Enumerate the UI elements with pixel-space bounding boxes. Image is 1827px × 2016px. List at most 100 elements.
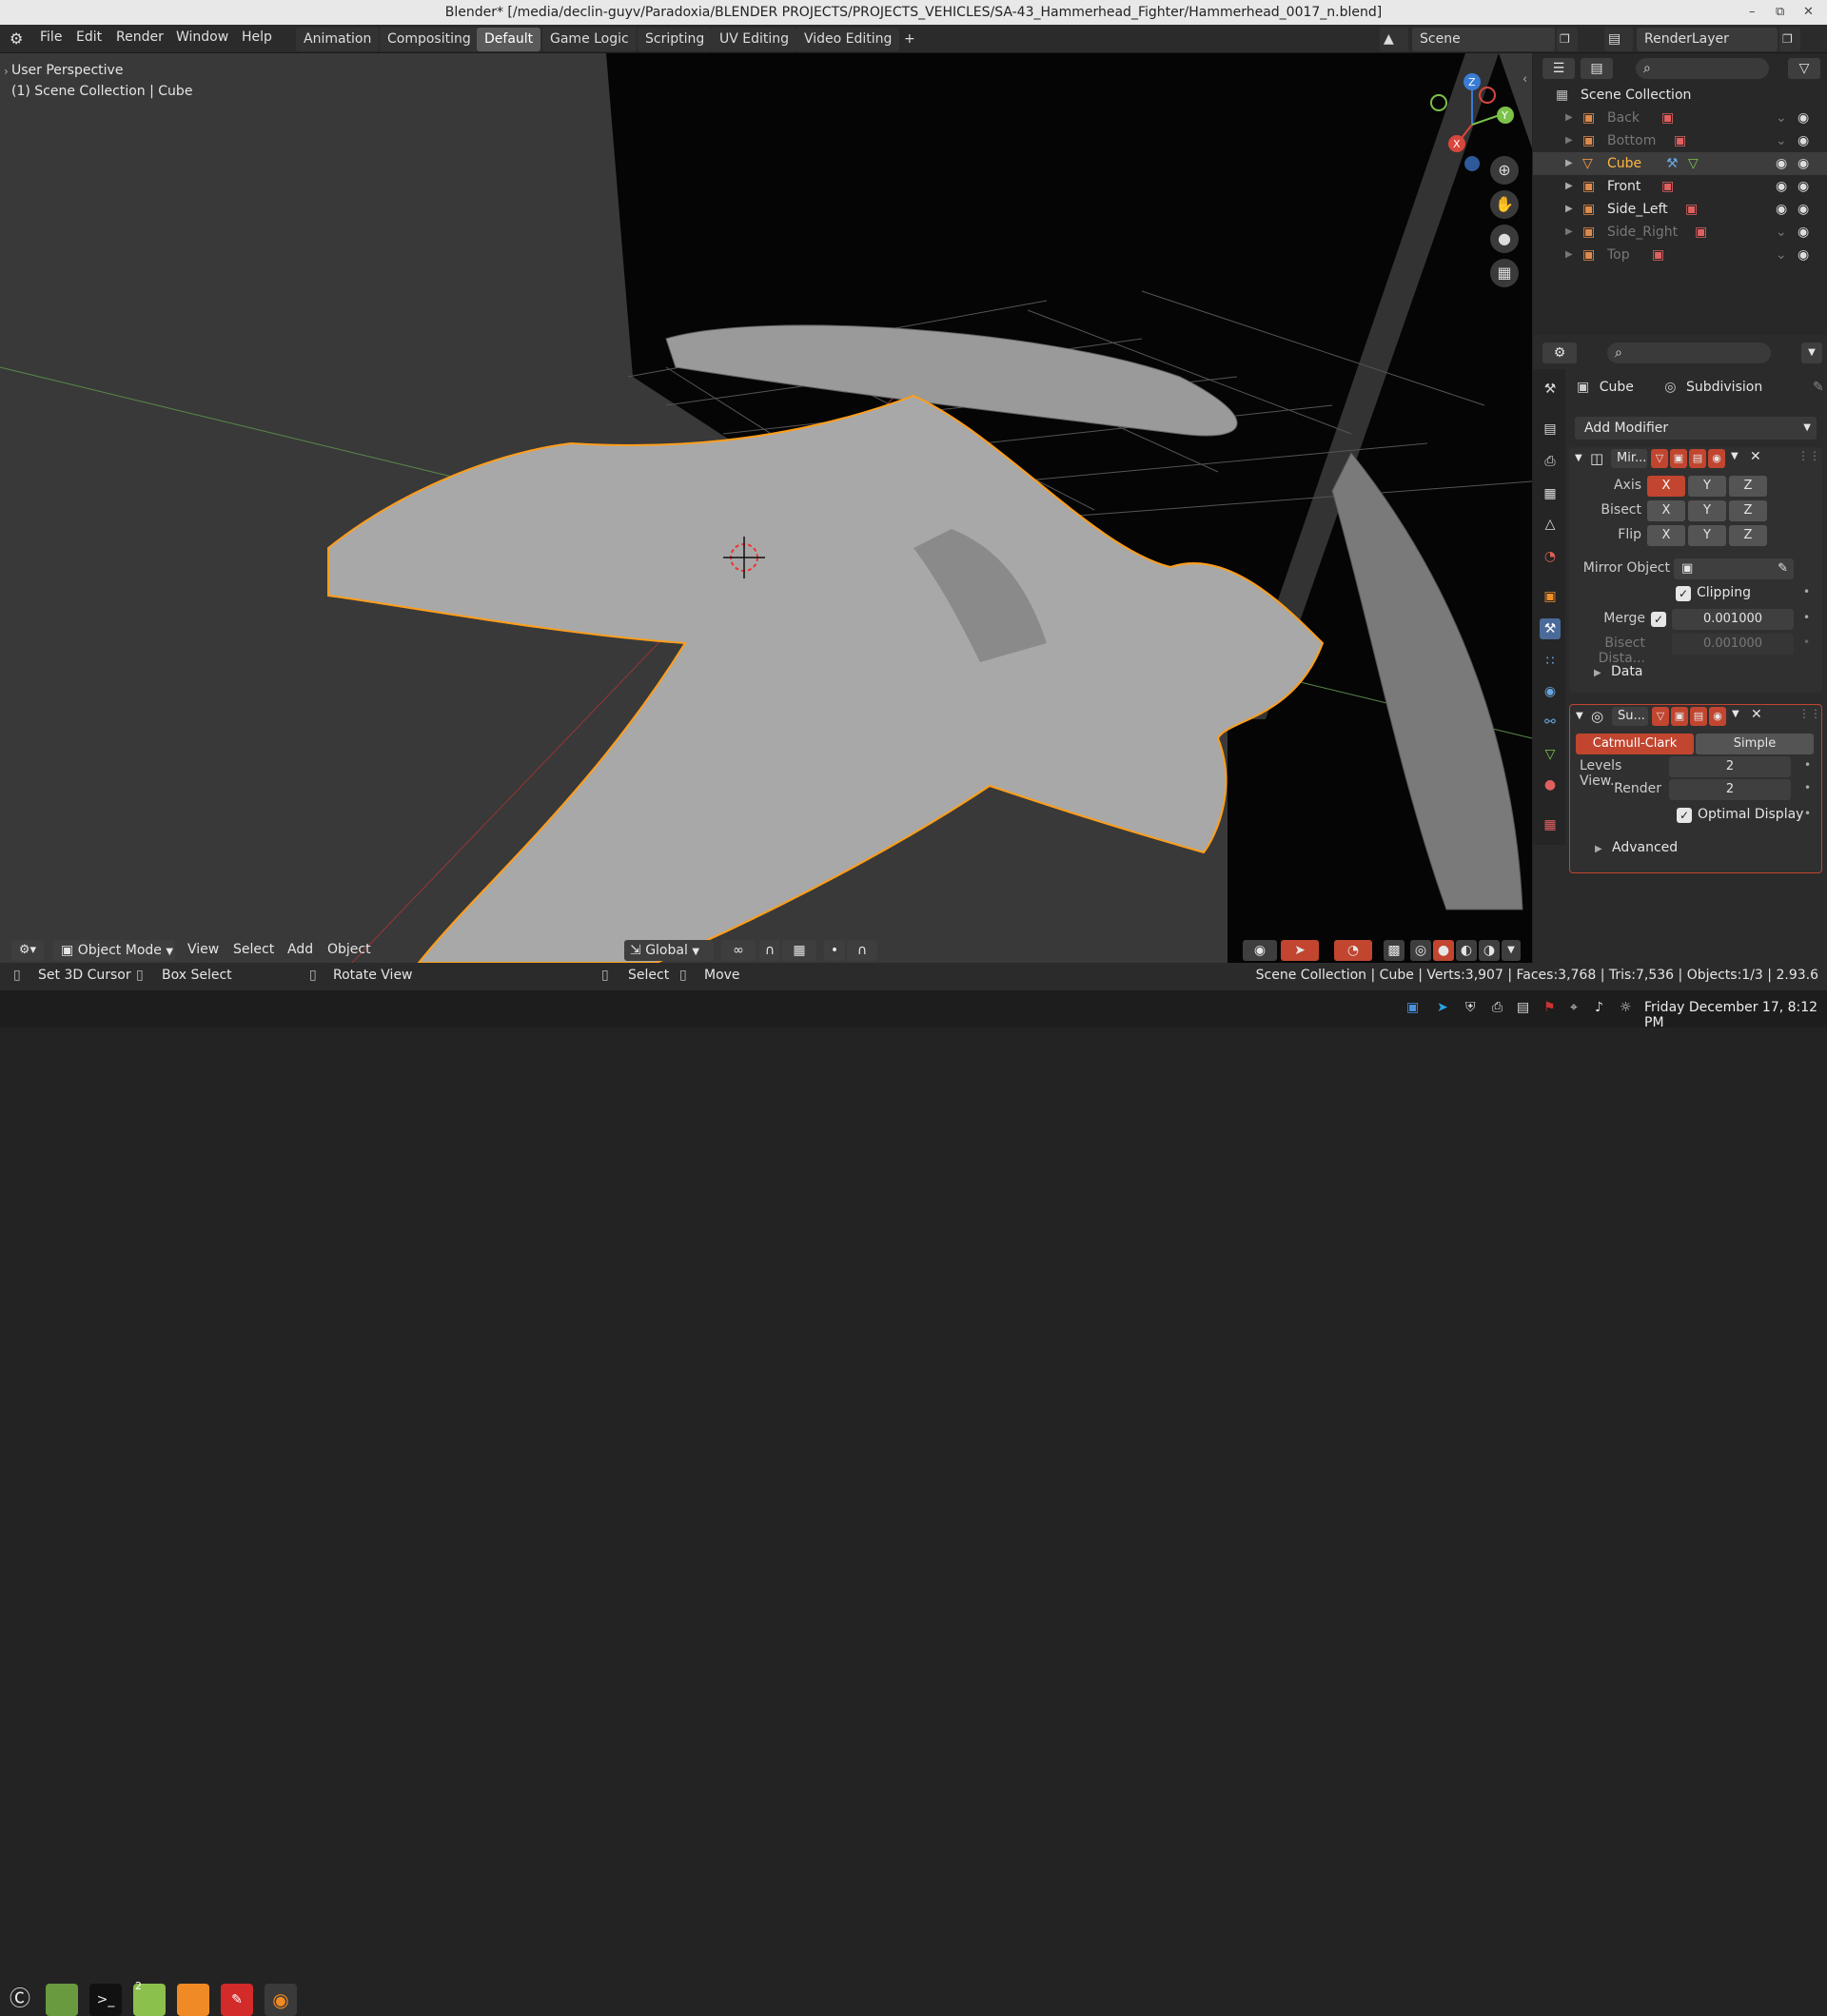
network-icon[interactable]: ⌖ (1570, 1000, 1578, 1015)
visible-eye-icon[interactable]: ◉ (1776, 152, 1787, 175)
realtime-display-icon[interactable]: ▤ (1689, 449, 1706, 468)
hidden-eye-icon[interactable]: ⌄ (1776, 244, 1787, 266)
expand-arrow-icon[interactable]: ▶ (1565, 198, 1573, 221)
menu-window[interactable]: Window (176, 29, 228, 45)
folder-icon[interactable]: 2 (133, 1980, 166, 2016)
falloff-icon[interactable]: ∩ (847, 940, 877, 961)
render-camera-icon[interactable]: ◉ (1798, 244, 1809, 266)
merge-value-field[interactable]: 0.001000 (1672, 609, 1794, 630)
bisect-distance-field[interactable]: 0.001000 (1672, 634, 1794, 655)
start-menu-icon[interactable]: Ⓒ (4, 1984, 36, 2016)
flip-z-toggle[interactable]: Z (1729, 525, 1767, 546)
visible-eye-icon[interactable]: ◉ (1776, 198, 1787, 221)
keyframe-dot-icon[interactable]: • (1804, 781, 1811, 794)
expand-arrow-icon[interactable]: ▶ (1565, 152, 1573, 175)
close-icon[interactable]: ✕ (1803, 0, 1814, 25)
xray-icon[interactable]: ▩ (1384, 940, 1405, 961)
material-shading-icon[interactable]: ◐ (1456, 940, 1477, 961)
axis-z-toggle[interactable]: Z (1729, 476, 1767, 497)
shield-icon[interactable]: ⛨ (1465, 1000, 1476, 1015)
hidden-eye-icon[interactable]: ⌄ (1776, 107, 1787, 129)
axis-y-toggle[interactable]: Y (1688, 476, 1726, 497)
tab-scripting[interactable]: Scripting (638, 28, 713, 51)
transform-orientation-dropdown[interactable]: ⇲ Global ▼ (624, 940, 714, 961)
mirror-name-field[interactable]: Mir... (1611, 449, 1647, 468)
render-camera-icon[interactable]: ◉ (1798, 107, 1809, 129)
new-renderlayer-icon[interactable]: ❐ (1779, 28, 1800, 51)
display-mode-icon[interactable]: ▤ (1581, 58, 1613, 79)
visible-eye-icon[interactable]: ◉ (1776, 175, 1787, 198)
add-workspace-button[interactable]: + (896, 28, 923, 51)
flip-x-toggle[interactable]: X (1647, 525, 1685, 546)
expand-arrow-icon[interactable]: ▶ (1565, 244, 1573, 266)
viewport-menu-add[interactable]: Add (287, 942, 313, 957)
snap-magnet-icon[interactable]: ∩ (759, 940, 780, 961)
wireframe-shading-icon[interactable]: ◎ (1410, 940, 1431, 961)
collapse-arrow-icon[interactable]: ▶ (1594, 668, 1601, 678)
edit-mode-icon[interactable]: ▣ (1671, 707, 1688, 726)
properties-search-input[interactable]: ⌕ (1607, 343, 1771, 363)
collapse-arrow-icon[interactable]: ▶ (1595, 844, 1602, 854)
gizmo-toggle-icon[interactable]: ➤ (1281, 940, 1319, 961)
catmull-clark-toggle[interactable]: Catmull-Clark (1576, 734, 1694, 754)
simple-toggle[interactable]: Simple (1696, 734, 1814, 754)
keyframe-dot-icon[interactable]: • (1804, 807, 1811, 820)
drag-handle-icon[interactable]: ⋮⋮ (1798, 449, 1820, 462)
tray-app-icon[interactable]: ▣ (1406, 1000, 1419, 1015)
render-properties-icon[interactable]: ▤ (1540, 419, 1561, 440)
mirror-object-field[interactable]: ▣ ✎ (1674, 558, 1794, 579)
menu-help[interactable]: Help (242, 29, 272, 45)
output-properties-icon[interactable]: ⎙ (1540, 451, 1561, 472)
edit-cage-icon[interactable]: ▽ (1652, 707, 1669, 726)
render-camera-icon[interactable]: ◉ (1798, 221, 1809, 244)
material-properties-icon[interactable]: ● (1540, 774, 1561, 795)
terminal-icon[interactable]: >_ (89, 1984, 122, 2016)
scene-properties-icon[interactable]: △ (1540, 514, 1561, 535)
shading-options-icon[interactable]: ▼ (1502, 940, 1521, 961)
mode-dropdown[interactable]: ▣ Object Mode ▼ (53, 940, 175, 961)
clipboard-icon[interactable]: ▤ (1517, 1000, 1529, 1015)
new-scene-icon[interactable]: ❐ (1557, 28, 1578, 51)
printer-icon[interactable]: ⎙ (1492, 1000, 1503, 1015)
edit-cage-icon[interactable]: ▽ (1651, 449, 1668, 468)
dropdown-chevron-icon[interactable]: ▼ (1732, 709, 1739, 719)
camera-view-icon[interactable]: ● (1490, 225, 1519, 253)
keyframe-dot-icon[interactable]: • (1803, 611, 1810, 624)
render-icon[interactable]: ◉ (1708, 449, 1725, 468)
expand-arrow-icon[interactable]: ▶ (1565, 129, 1573, 152)
viewport-menu-view[interactable]: View (187, 942, 219, 957)
pdf-reader-icon[interactable]: ✎ (221, 1984, 253, 2016)
renderlayer-selector-icon[interactable]: ▤ (1604, 28, 1633, 51)
outliner-item[interactable]: ▶ ▣ Side_Right ▣ ⌄ ◉ (1533, 221, 1827, 244)
clipping-checkbox[interactable]: ✓ (1676, 586, 1691, 601)
keyframe-dot-icon[interactable]: • (1803, 636, 1810, 649)
minimize-icon[interactable]: – (1749, 0, 1756, 25)
scene-selector-icon[interactable]: ▲ (1380, 28, 1408, 51)
tab-default[interactable]: Default (477, 28, 541, 51)
visibility-eye-icon[interactable]: ◉ (1243, 940, 1277, 961)
bisect-y-toggle[interactable]: Y (1688, 500, 1726, 521)
merge-checkbox[interactable]: ✓ (1651, 612, 1666, 627)
tab-video-editing[interactable]: Video Editing (796, 28, 900, 51)
view-layer-icon[interactable]: ▦ (1540, 483, 1561, 504)
object-properties-icon[interactable]: ▣ (1540, 586, 1561, 607)
properties-editor-type-icon[interactable]: ⚙ (1542, 343, 1577, 363)
collapse-arrow-icon[interactable]: ▼ (1576, 711, 1583, 721)
add-modifier-button[interactable]: Add Modifier ▼ (1575, 417, 1817, 440)
rendered-shading-icon[interactable]: ◑ (1479, 940, 1500, 961)
viewport-menu-object[interactable]: Object (327, 942, 371, 957)
expand-arrow-icon[interactable]: ▶ (1565, 175, 1573, 198)
volume-icon[interactable]: ♪ (1595, 1000, 1603, 1015)
eyedropper-icon[interactable]: ✎ (1778, 558, 1788, 579)
blender-taskbar-icon[interactable]: ◉ (265, 1984, 297, 2016)
blender-logo-icon[interactable]: ⚙ (10, 29, 23, 48)
snap-target-icon[interactable]: ▦ (782, 940, 816, 961)
drag-handle-icon[interactable]: ⋮⋮ (1798, 707, 1821, 720)
flip-y-toggle[interactable]: Y (1688, 525, 1726, 546)
axis-x-toggle[interactable]: X (1647, 476, 1685, 497)
render-camera-icon[interactable]: ◉ (1798, 175, 1809, 198)
dropdown-chevron-icon[interactable]: ▼ (1731, 451, 1739, 461)
hidden-eye-icon[interactable]: ⌄ (1776, 129, 1787, 152)
menu-render[interactable]: Render (116, 29, 164, 45)
file-manager-icon[interactable] (46, 1984, 78, 2016)
